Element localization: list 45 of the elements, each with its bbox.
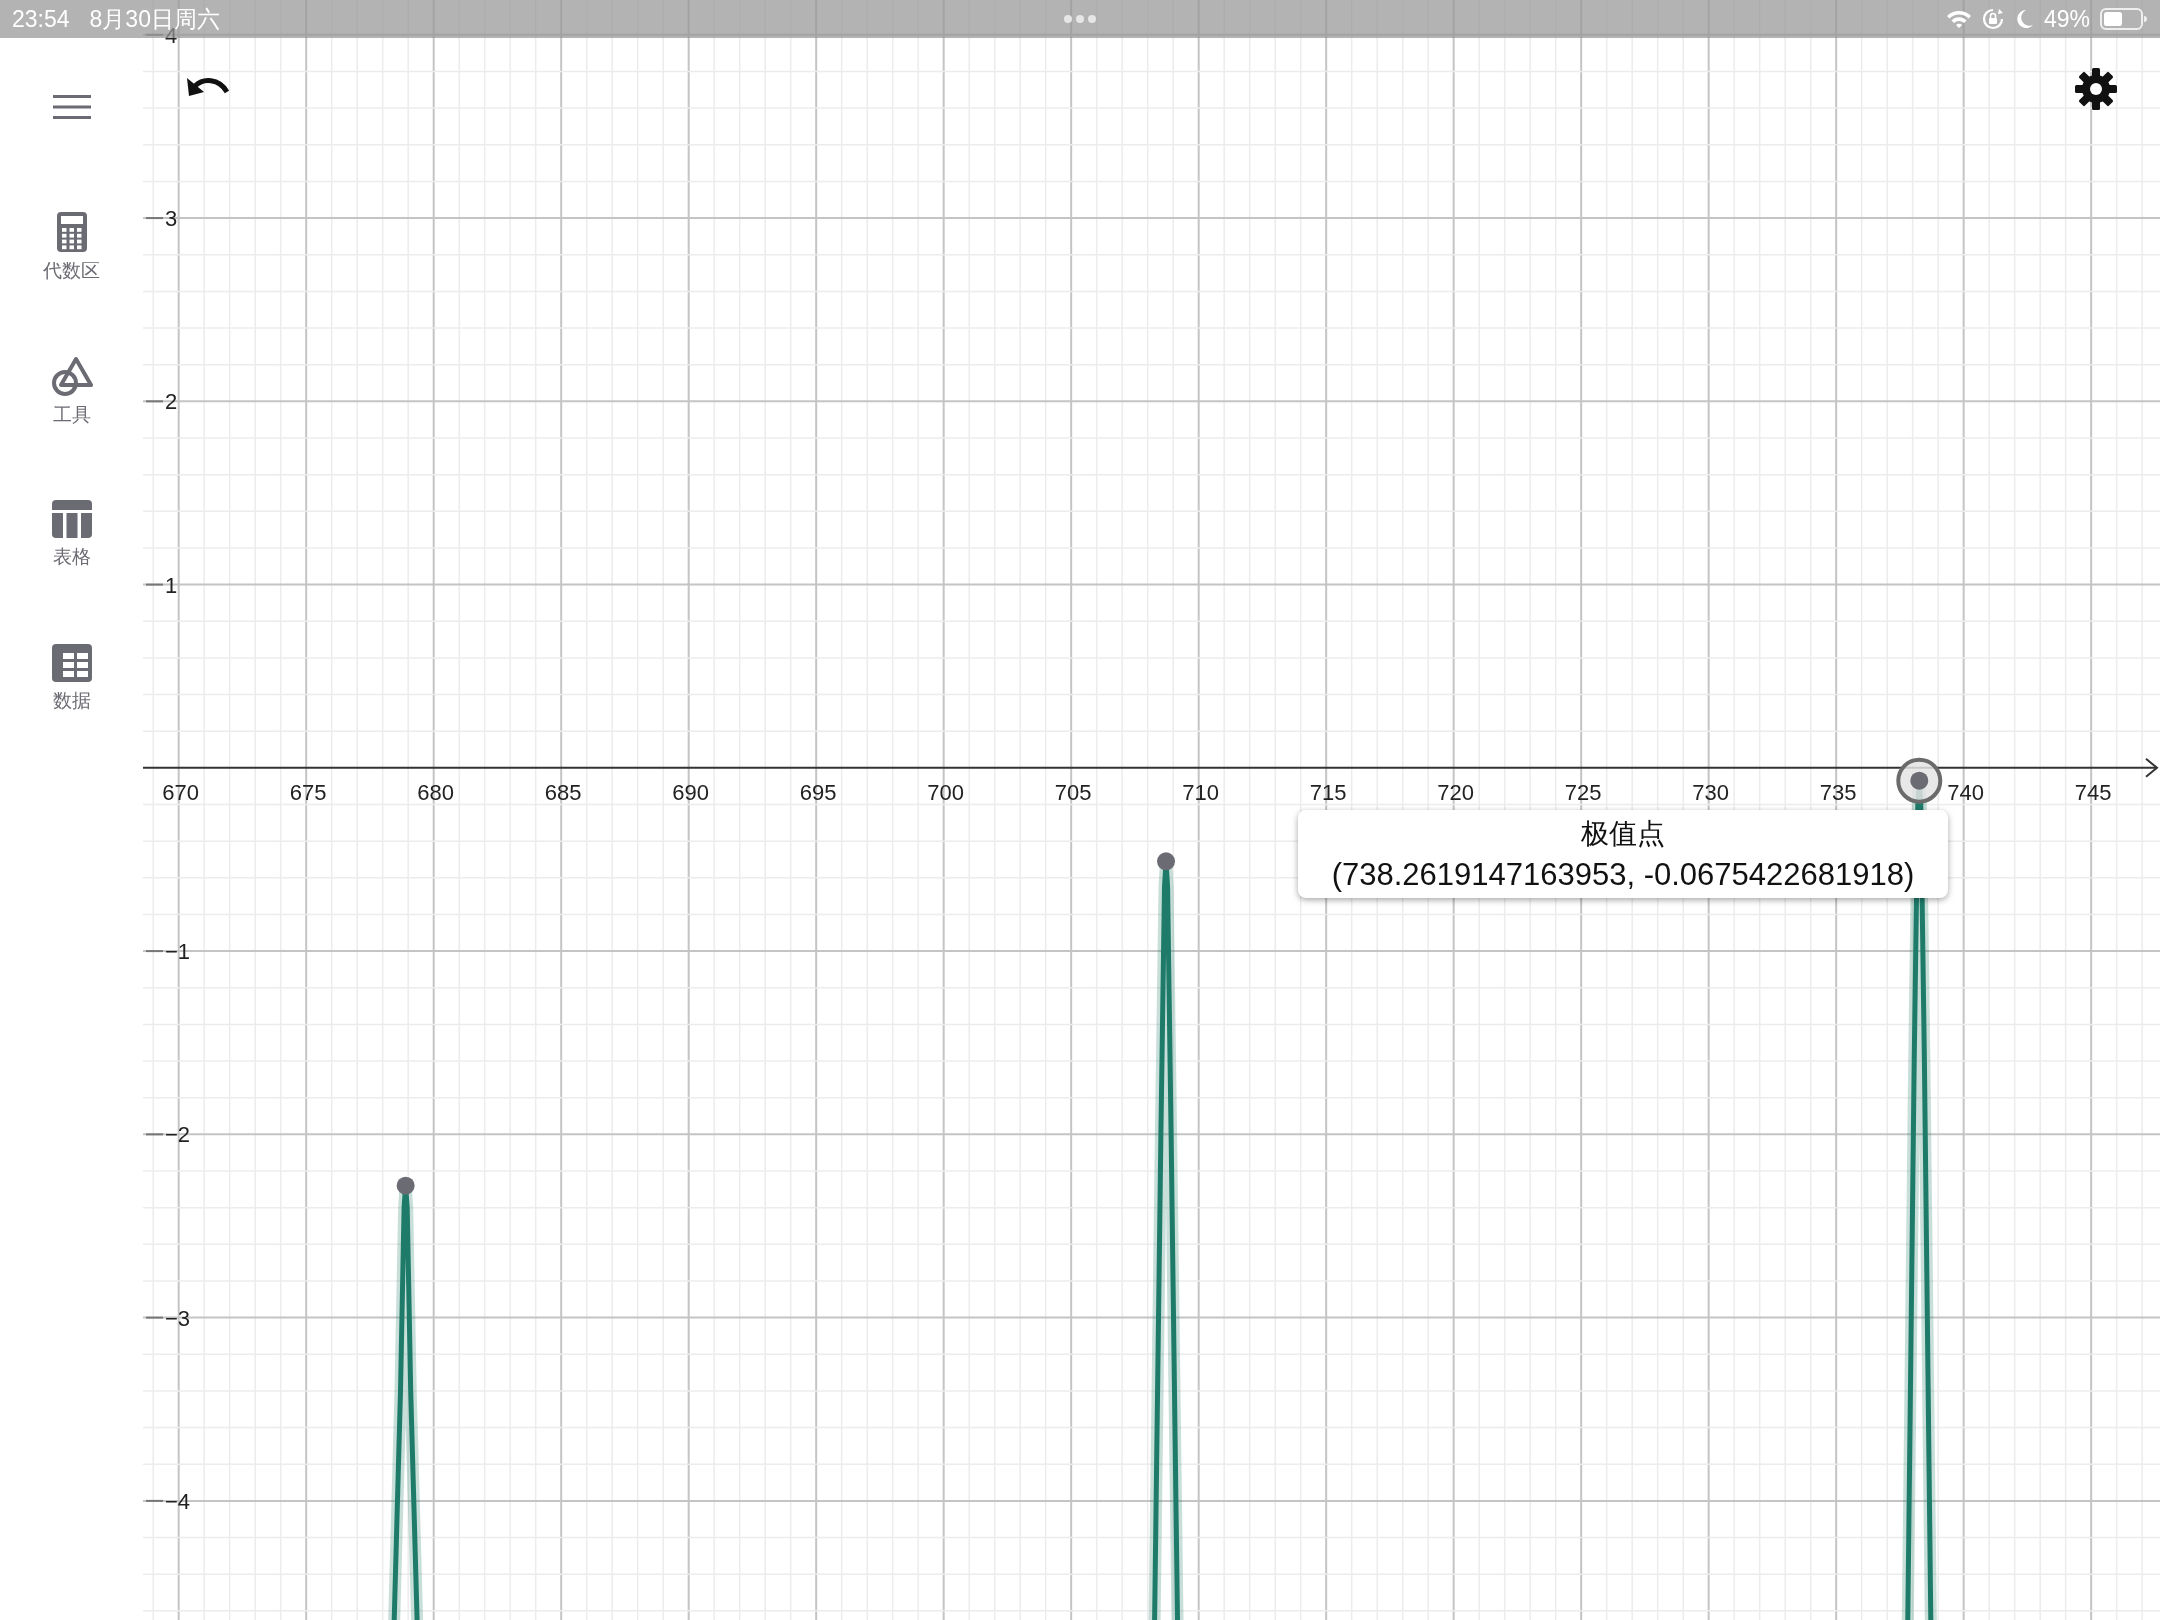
settings-icon (2075, 68, 2117, 110)
axis-label: 680 (417, 779, 455, 805)
tooltip-title: 极值点 (1581, 817, 1665, 851)
axis-label: 3 (165, 206, 178, 232)
settings-button[interactable] (2073, 66, 2119, 112)
axis-label: 705 (1054, 779, 1092, 805)
axis-label: −1 (165, 939, 191, 965)
sidebar-item[interactable]: 工具 (42, 352, 101, 496)
axis-label: 690 (672, 779, 710, 805)
sidebar-item[interactable]: 代数区 (35, 208, 108, 352)
rotation-lock-icon (1981, 8, 2004, 30)
axis-label: 740 (1947, 779, 1984, 805)
axis-label: 2 (165, 389, 178, 415)
axis-label: −3 (165, 1305, 191, 1331)
circle-triangle-icon (50, 356, 93, 396)
axis-label: 675 (289, 779, 327, 805)
battery-percent: 49% (2043, 5, 2090, 33)
axis-label: 1 (165, 572, 178, 598)
calculator-icon (56, 212, 87, 252)
tooltip-coordinates: (738.2619147163953, -0.0675422681918) (1331, 857, 1915, 893)
axis-label: −2 (165, 1122, 191, 1148)
menu-icon (52, 94, 91, 120)
battery-icon (2100, 7, 2148, 31)
extremum-point[interactable] (1157, 852, 1176, 871)
axis-label: 730 (1692, 779, 1729, 805)
axis-label: 735 (1819, 779, 1857, 805)
spreadsheet-icon (51, 644, 92, 682)
extremum-point[interactable] (1896, 757, 1943, 804)
more-dots-icon[interactable] (1063, 14, 1097, 24)
wifi-icon (1945, 9, 1972, 29)
table-icon (51, 500, 92, 538)
sidebar-item[interactable]: 数据 (43, 640, 100, 784)
status-time: 23:54 (12, 5, 70, 33)
axis-label: 710 (1182, 779, 1220, 805)
sidebar-item[interactable]: 表格 (43, 496, 100, 640)
axis-label: 700 (927, 779, 965, 805)
axis-label: 715 (1309, 779, 1347, 805)
axis-label: 745 (2074, 779, 2112, 805)
extremum-point[interactable] (396, 1176, 415, 1195)
axis-label: 695 (799, 779, 837, 805)
axis-label: −4 (165, 1488, 191, 1514)
axis-label: 720 (1437, 779, 1475, 805)
axis-label: 725 (1564, 779, 1602, 805)
axis-label: 685 (544, 779, 582, 805)
axis-label: 670 (162, 779, 200, 805)
